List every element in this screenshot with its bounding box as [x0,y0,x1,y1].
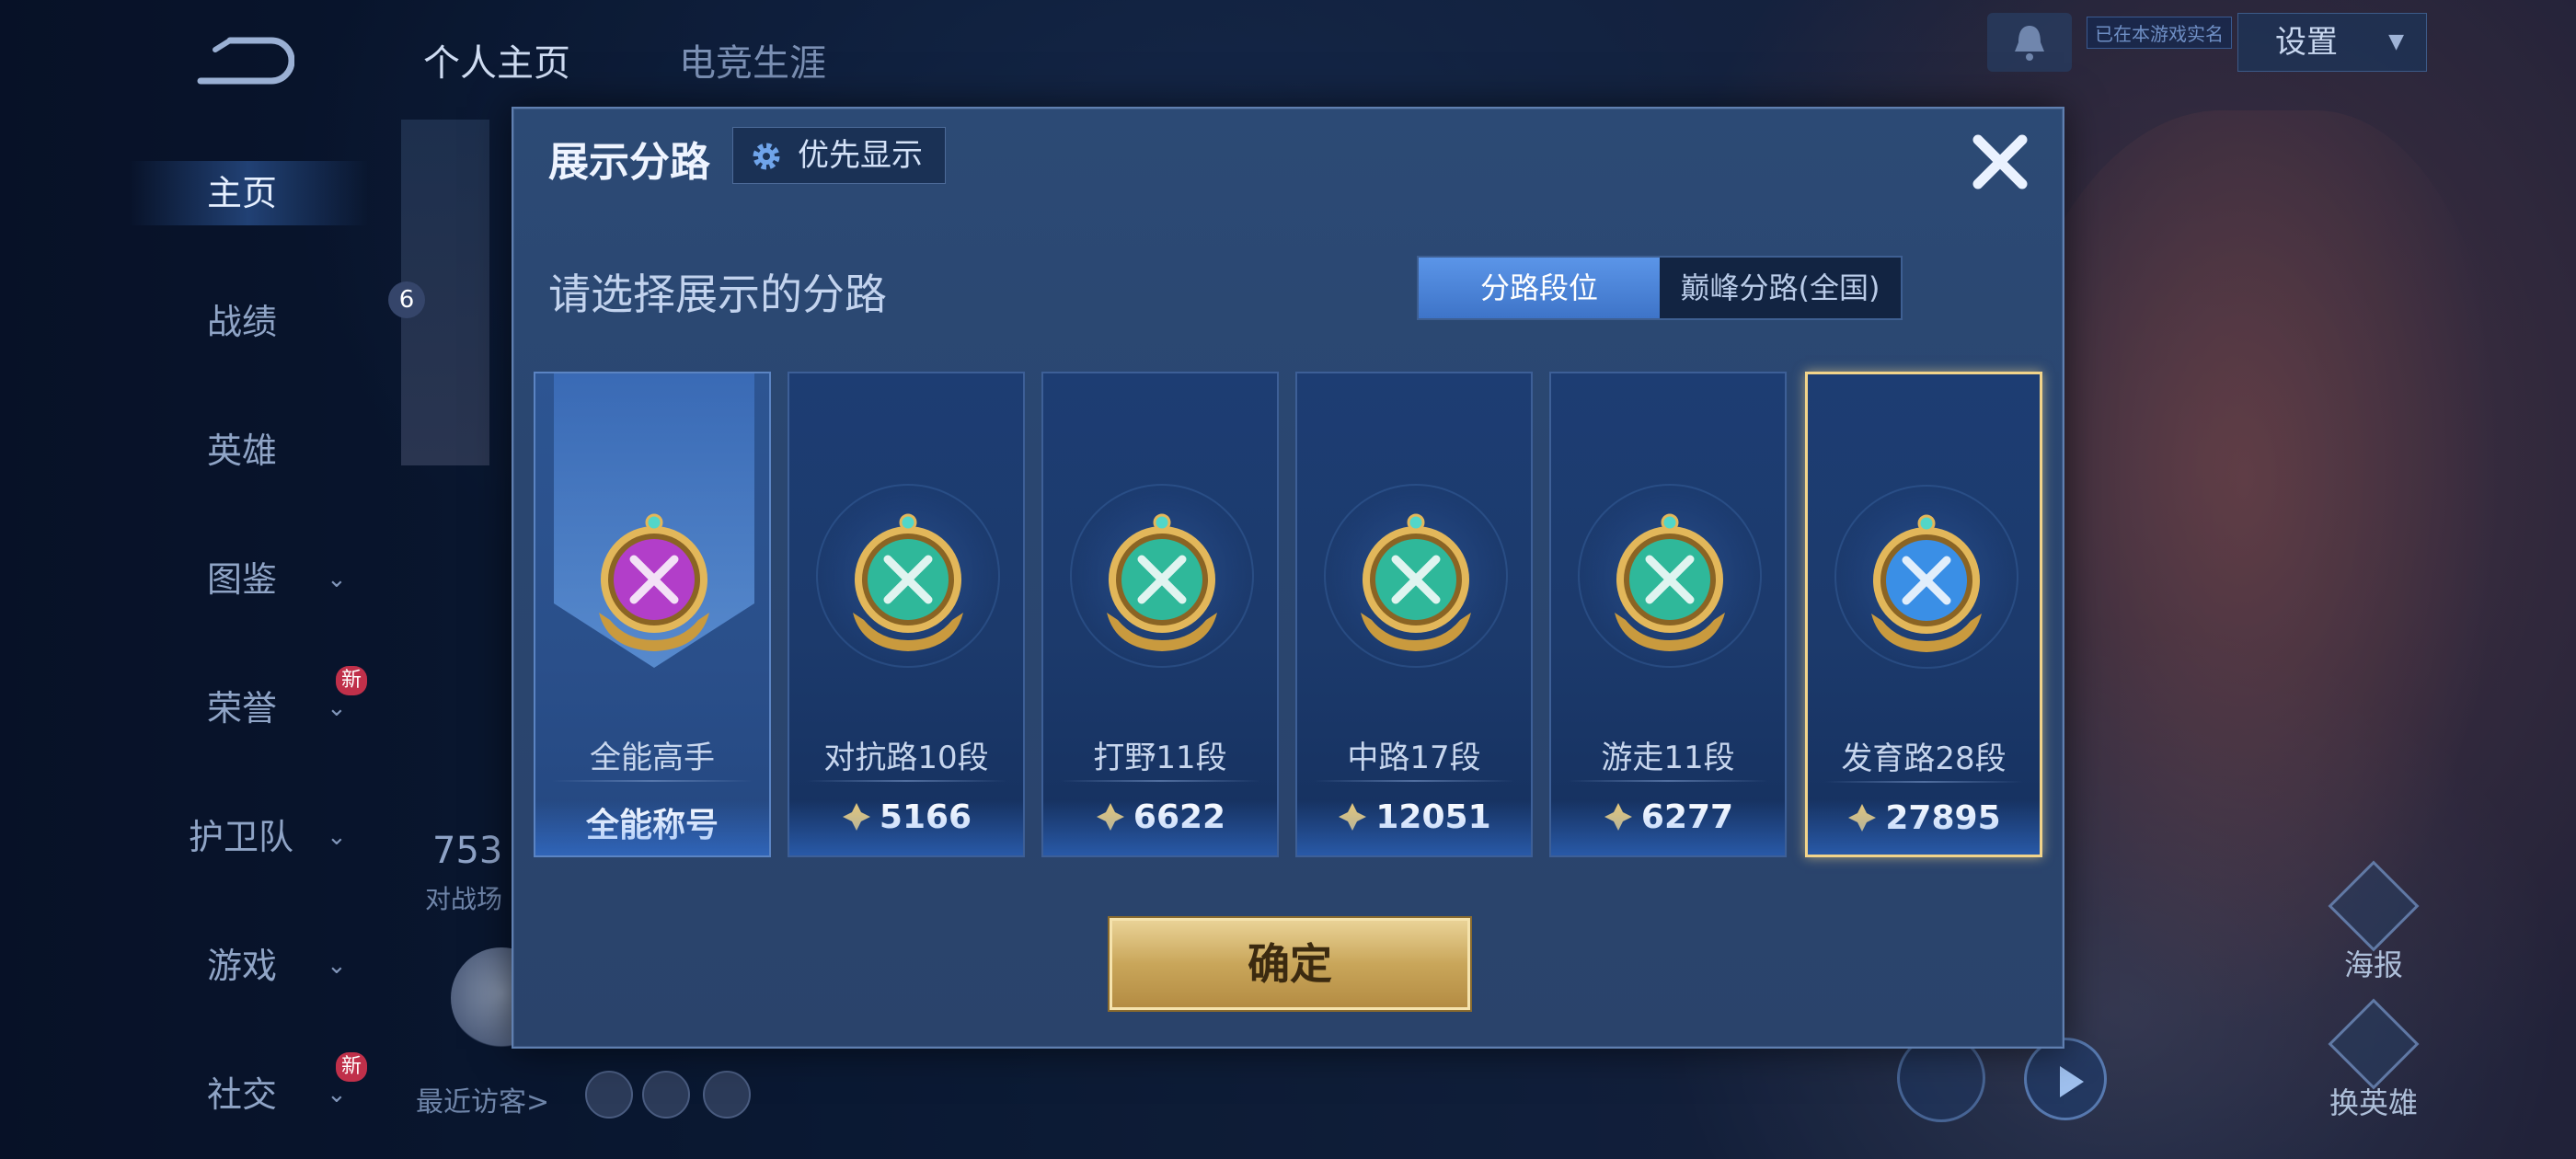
lane-card[interactable]: 打野11段6622 [1041,372,1279,857]
card-bottom-glow [1043,800,1277,855]
visitor-avatar[interactable] [585,1071,633,1119]
chevron-down-icon: ⌄ [327,566,347,593]
lane-name: 游走11段 [1601,740,1735,776]
card-bottom-glow [1551,800,1785,855]
visitor-avatar[interactable] [703,1071,751,1119]
notification-button[interactable] [1987,13,2072,72]
divider [1824,781,2023,783]
stat-label: 对战场 [425,884,503,914]
new-badge: 新 [336,666,368,695]
lane-name: 打野11段 [1093,740,1227,776]
lane-rank-badge-icon [1615,513,1725,651]
divider [1060,780,1260,782]
chevron-down-icon: ▼ [2388,30,2404,53]
play-icon [2060,1066,2084,1097]
gear-icon [753,143,780,170]
poster-button[interactable]: 海报 [2318,860,2429,984]
lane-rank-badge-icon [853,513,963,651]
lane-card[interactable]: 全能高手全能称号 [534,372,771,857]
play-animation-button[interactable] [2024,1038,2107,1120]
sidebar-item[interactable]: 战绩 [0,285,368,359]
bell-icon [2015,26,2044,61]
confirm-button[interactable]: 确定 [1110,918,1470,1010]
lane-display-dialog: 展示分路 优先显示 请选择展示的分路 分路段位 巅峰分路(全国) 全能高手全能称… [512,107,2064,1049]
sidebar-item-label: 游戏 [207,946,278,986]
card-bottom-glow [1808,799,2040,855]
level-badge: 6 [388,281,425,318]
sidebar-item[interactable]: 荣誉 ⌄ 新 [0,666,368,745]
priority-display-button[interactable]: 优先显示 [732,127,946,184]
segment-lane-rank[interactable]: 分路段位 [1419,258,1660,318]
tab-esports-career[interactable]: 电竞生涯 [679,33,826,86]
lane-card[interactable]: 游走11段6277 [1549,372,1787,857]
card-bottom-glow [789,800,1023,855]
sidebar-item-label: 荣誉 [207,688,278,729]
card-bottom-glow [1297,800,1531,855]
lane-rank-badge-icon [599,513,709,651]
sidebar-item-label: 护卫队 [189,817,294,857]
change-hero-icon [2328,998,2420,1090]
sidebar-item-label: 战绩 [207,302,278,342]
settings-button[interactable]: 设置 ▼ [2237,13,2427,72]
divider [806,780,1006,782]
sidebar-item[interactable]: 社交 ⌄ 新 [0,1052,368,1131]
card-bottom-glow [535,800,769,855]
lane-card[interactable]: 对抗路10段5166 [788,372,1025,857]
sidebar-item-label: 图鉴 [207,559,278,600]
priority-display-label: 优先显示 [798,137,923,174]
change-hero-label: 换英雄 [2329,1085,2418,1120]
chevron-down-icon: ⌄ [327,952,347,980]
realname-status-tag: 已在本游戏实名 [2087,17,2232,49]
tab-personal-home[interactable]: 个人主页 [423,33,570,86]
lane-card[interactable]: 中路17段12051 [1295,372,1533,857]
lane-name: 中路17段 [1347,740,1481,776]
dialog-subtitle: 请选择展示的分路 [548,270,887,319]
sidebar-item[interactable]: 护卫队 ⌄ [0,800,368,874]
recent-visitors-link[interactable]: 最近访客> [416,1079,549,1119]
sidebar-item[interactable]: 主页 [0,156,368,230]
back-button[interactable] [193,35,295,86]
divider [1314,780,1514,782]
sidebar-item[interactable]: 图鉴 ⌄ [0,543,368,616]
stat-value: 753 [432,830,503,872]
divider [1568,780,1768,782]
sidebar-item-label: 英雄 [207,430,278,471]
visitor-avatar[interactable] [642,1071,690,1119]
lane-rank-badge-icon [1361,513,1471,651]
sidebar-item[interactable]: 游戏 ⌄ [0,929,368,1003]
sidebar-item-label: 主页 [207,173,278,213]
back-arrow-icon [197,37,295,85]
lane-name: 对抗路10段 [823,740,989,776]
lane-card[interactable]: 发育路28段27895 [1805,372,2042,857]
chevron-down-icon: ⌄ [327,823,347,851]
change-hero-button[interactable]: 换英雄 [2318,998,2429,1122]
divider [552,780,753,782]
lane-name: 发育路28段 [1841,740,2007,777]
close-icon [1972,134,2028,189]
sidebar-item[interactable]: 英雄 [0,414,368,488]
settings-label: 设置 [2275,24,2338,61]
poster-label: 海报 [2343,947,2403,982]
poster-icon [2328,860,2420,952]
segment-peak-lane-national[interactable]: 巅峰分路(全国) [1660,258,1901,318]
dialog-title: 展示分路 [548,139,710,186]
sidebar-item-label: 社交 [207,1074,278,1115]
close-button[interactable] [1965,127,2035,197]
lane-name: 全能高手 [590,740,715,776]
lane-rank-badge-icon [1107,513,1217,651]
lane-rank-badge-icon [1871,514,1982,652]
lane-type-segmented-control: 分路段位 巅峰分路(全国) [1417,256,1903,320]
new-badge: 新 [336,1052,368,1082]
